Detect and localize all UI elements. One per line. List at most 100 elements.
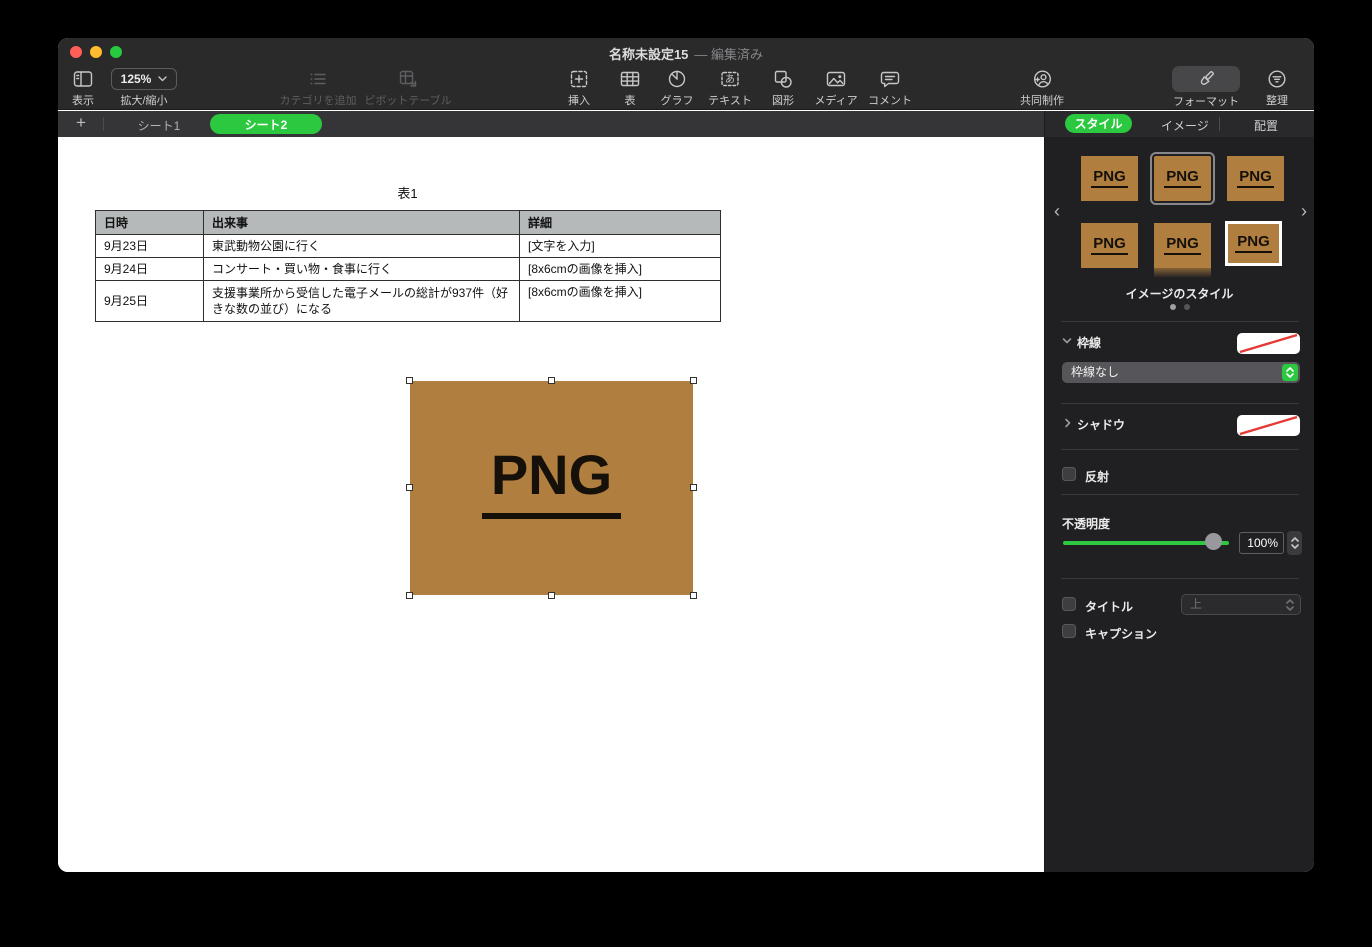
format-button[interactable]: フォーマット [1166,66,1246,109]
chevron-up-icon [1286,599,1294,604]
organize-button[interactable]: 整理 [1247,66,1307,108]
selection-handle[interactable] [406,377,413,384]
tab-style[interactable]: スタイル [1065,114,1132,133]
sheet-tab-2[interactable]: シート2 [210,114,322,134]
caption-label: キャプション [1085,625,1157,642]
selection-handle[interactable] [690,592,697,599]
spreadsheet-canvas[interactable]: 表1 日時 出来事 詳細 9月23日 東武動物公園に行く [文字を入力] 9月2… [58,137,1044,872]
none-diagonal-icon [1237,415,1300,436]
chart-pie-icon [666,68,688,90]
selection-handle[interactable] [406,592,413,599]
cell[interactable]: 東武動物公園に行く [204,235,520,258]
chart-button[interactable]: グラフ [647,66,707,108]
cell[interactable]: [8x6cmの画像を挿入] [520,281,721,322]
collaborate-button[interactable]: 共同制作 [1002,66,1082,108]
cell[interactable]: [文字を入力] [520,235,721,258]
zoom-dropdown[interactable]: 125% [111,68,178,90]
selected-image[interactable]: PNG [410,381,693,595]
sidebar-tab-bar: スタイル イメージ 配置 [1044,111,1314,137]
tab-bar: + シート1 シート2 スタイル イメージ 配置 [58,111,1314,137]
border-none-swatch[interactable] [1237,333,1300,354]
image-style-6[interactable]: PNG [1225,221,1282,266]
sheet-bar-divider [103,117,104,131]
image-styles-caption: イメージのスタイル [1045,285,1314,302]
page-dot[interactable] [1184,304,1190,310]
selection-handle[interactable] [548,592,555,599]
caption-checkbox[interactable] [1062,624,1076,638]
image-style-3[interactable]: PNG [1227,156,1284,201]
chevron-right-icon[interactable] [1064,418,1072,428]
table-header-row: 日時 出来事 詳細 [96,211,721,235]
selection-handle[interactable] [690,484,697,491]
cell[interactable]: 9月23日 [96,235,204,258]
opacity-stepper[interactable] [1287,531,1302,555]
table-title[interactable]: 表1 [95,183,720,202]
opacity-slider-thumb[interactable] [1205,533,1222,550]
header-cell-detail[interactable]: 詳細 [520,211,721,235]
media-button[interactable]: メディア [806,66,866,108]
svg-text:あ: あ [725,73,735,85]
text-button[interactable]: あ テキスト [700,66,760,108]
comment-label: コメント [868,92,912,108]
page-dot-active[interactable] [1170,304,1176,310]
zoom-label: 拡大/縮小 [120,92,167,108]
insert-label: 挿入 [568,92,590,108]
shadow-section-label[interactable]: シャドウ [1077,416,1125,433]
cell[interactable]: 9月25日 [96,281,204,322]
header-cell-date[interactable]: 日時 [96,211,204,235]
pivot-table-icon [397,68,419,90]
reflection-checkbox[interactable] [1062,467,1076,481]
cell[interactable]: コンサート・買い物・食事に行く [204,258,520,281]
add-sheet-button[interactable]: + [73,113,89,133]
cell[interactable]: [8x6cmの画像を挿入] [520,258,721,281]
tab-image[interactable]: イメージ [1161,117,1209,134]
selection-handle[interactable] [406,484,413,491]
border-style-dropdown[interactable]: 枠線なし [1062,362,1300,383]
divider [1061,403,1299,404]
tab-arrange[interactable]: 配置 [1254,117,1278,134]
organize-filter-icon [1266,68,1288,90]
chevron-up-icon [1286,367,1294,372]
shadow-none-swatch[interactable] [1237,415,1300,436]
shape-button[interactable]: 図形 [753,66,813,108]
title-checkbox[interactable] [1062,597,1076,611]
chevron-down-icon [158,76,167,82]
shapes-icon [772,68,794,90]
border-section-label[interactable]: 枠線 [1077,334,1101,351]
format-brush-icon [1195,68,1217,90]
chart-label: グラフ [661,92,694,108]
divider [1061,449,1299,450]
cell[interactable]: 9月24日 [96,258,204,281]
sidebar-icon [72,68,94,90]
image-style-5[interactable]: PNG [1154,223,1211,268]
image-style-2-selected[interactable]: PNG [1154,156,1211,201]
comment-button[interactable]: コメント [860,66,920,108]
header-cell-event[interactable]: 出来事 [204,211,520,235]
bulleted-list-icon [307,68,329,90]
title-position-dropdown: 上 [1181,594,1301,615]
sidebar-tab-divider [1219,117,1220,131]
chevron-up-icon [1291,537,1299,542]
zoom-control[interactable]: 125% 拡大/縮小 [105,66,183,108]
comment-bubble-icon [879,68,901,90]
reflection-label: 反射 [1085,468,1109,485]
divider [1061,494,1299,495]
image-style-1[interactable]: PNG [1081,156,1138,201]
view-label: 表示 [72,92,94,108]
dropdown-stepper[interactable] [1282,364,1298,381]
chevron-down-icon[interactable] [1062,337,1072,345]
insert-plus-icon [568,68,590,90]
cell[interactable]: 支援事業所から受信した電子メールの総計が937件（好きな数の並び）になる [204,281,520,322]
styles-next-icon[interactable]: › [1301,201,1307,221]
image-style-4[interactable]: PNG [1081,223,1138,268]
styles-prev-icon[interactable]: ‹ [1054,201,1060,221]
shape-label: 図形 [772,92,794,108]
window-title: 名称未設定15— 編集済み [58,44,1314,63]
selection-handle[interactable] [690,377,697,384]
divider [1061,578,1299,579]
sheet-tab-1[interactable]: シート1 [133,117,185,134]
view-button[interactable]: 表示 [59,66,107,108]
opacity-value-field[interactable]: 100% [1239,532,1284,554]
styles-pagination[interactable] [1045,304,1314,310]
selection-handle[interactable] [548,377,555,384]
